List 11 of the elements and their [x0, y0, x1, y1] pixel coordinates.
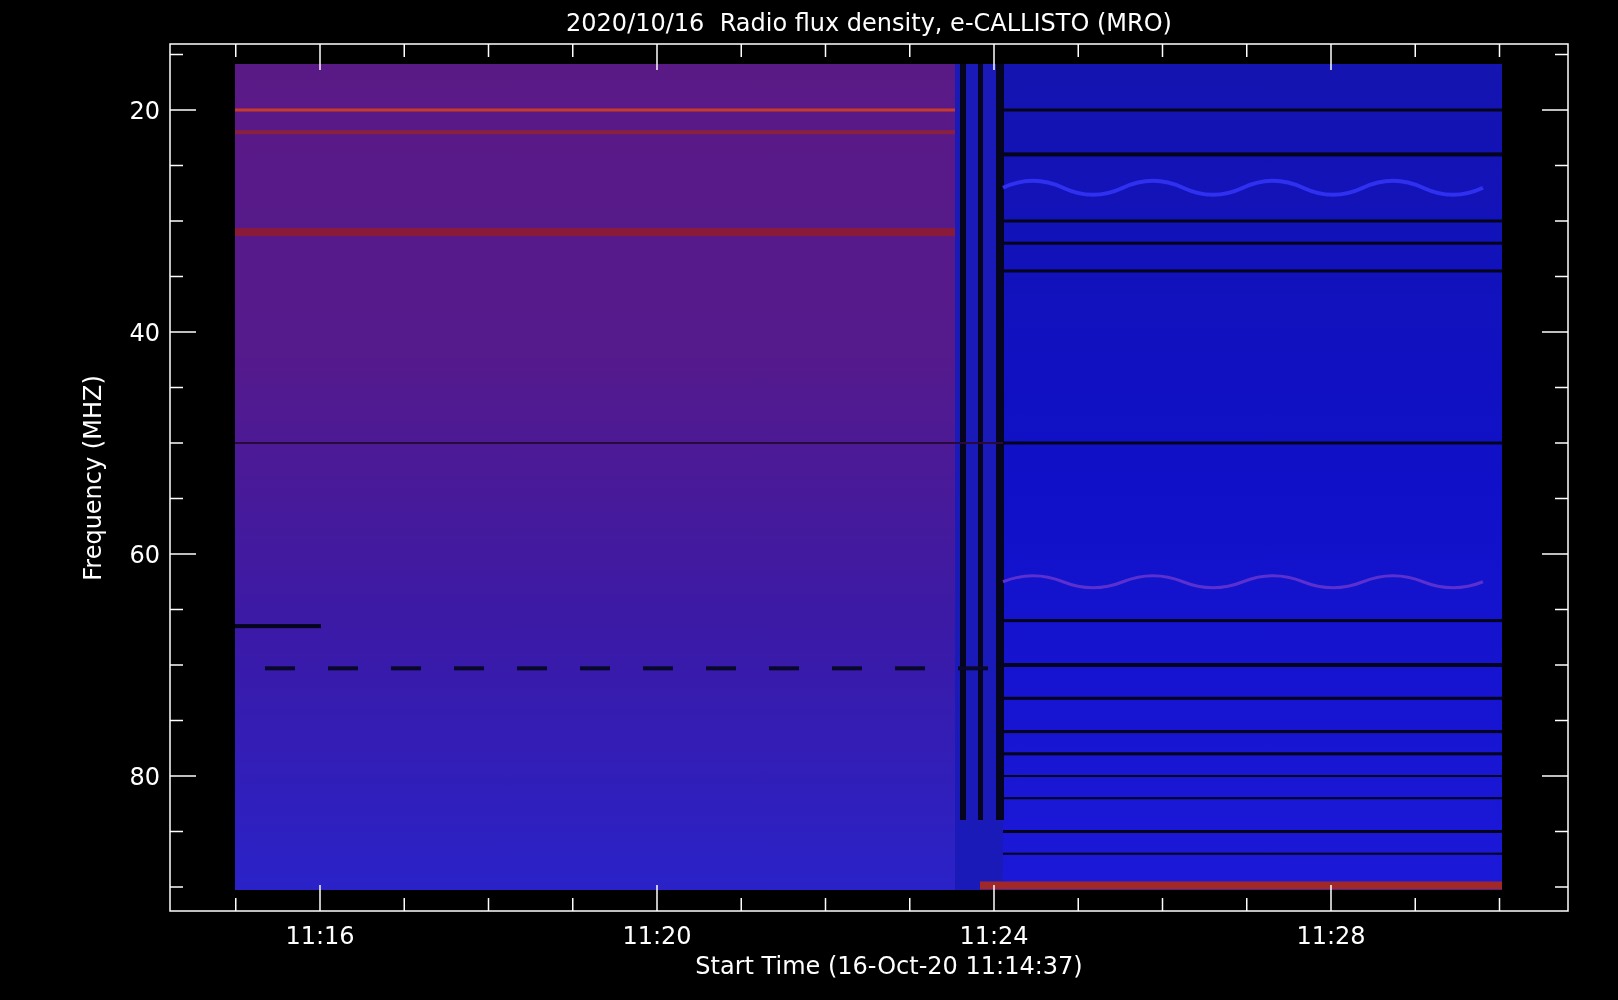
axis-label: Start Time (16-Oct-20 11:14:37) [695, 952, 1083, 980]
tick-label: 11:20 [622, 922, 692, 950]
tick-label: 40 [129, 319, 160, 347]
tick-label: 60 [129, 541, 160, 569]
tick-label: 11:28 [1296, 922, 1366, 950]
axis-label: Frequency (MHZ) [79, 375, 107, 581]
tick-label: 11:16 [285, 922, 355, 950]
tick-label: 20 [129, 97, 160, 125]
chart-title: 2020/10/16 Radio flux density, e-CALLISTO (MRO) [566, 9, 1172, 37]
tick-label: 11:24 [959, 922, 1029, 950]
tick-label: 80 [129, 763, 160, 791]
